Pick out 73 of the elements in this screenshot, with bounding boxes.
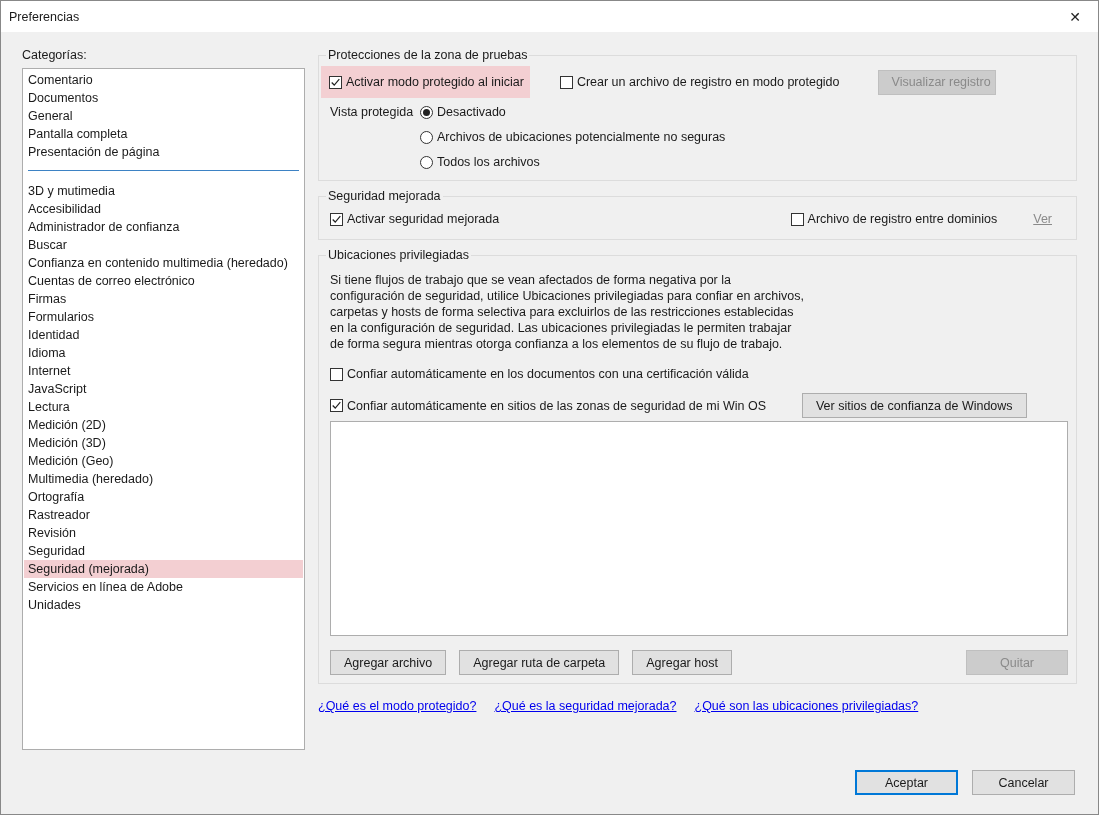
category-item[interactable]: Formularios bbox=[24, 308, 303, 326]
checkbox-label: Activar seguridad mejorada bbox=[347, 212, 500, 226]
radio-button[interactable] bbox=[420, 105, 433, 119]
category-item[interactable]: JavaScript bbox=[24, 380, 303, 398]
category-item[interactable]: Buscar bbox=[24, 236, 303, 254]
checkbox[interactable] bbox=[329, 75, 342, 89]
group-title: Protecciones de la zona de pruebas bbox=[327, 48, 529, 62]
checkbox[interactable] bbox=[559, 75, 573, 89]
category-item[interactable]: Identidad bbox=[24, 326, 303, 344]
help-link[interactable]: ¿Qué es la seguridad mejorada? bbox=[494, 699, 677, 713]
category-item[interactable]: Rastreador bbox=[24, 506, 303, 524]
checkbox-option[interactable]: Confiar automáticamente en sitios de las zonas de seguridad de mi Win OS bbox=[330, 395, 766, 416]
categories-label: Categorías: bbox=[22, 48, 88, 64]
checkbox-option[interactable]: Confiar automáticamente en los documentos con una certificación válida bbox=[330, 364, 749, 384]
close-button[interactable]: ✕ bbox=[1052, 1, 1098, 32]
category-item[interactable]: Medición (2D) bbox=[24, 416, 303, 434]
checkbox-label: Archivo de registro entre dominios bbox=[807, 212, 998, 226]
windows-sites-button[interactable]: Ver sitios de confianza de Windows bbox=[801, 393, 1027, 418]
checkbox[interactable] bbox=[330, 367, 343, 381]
category-item[interactable]: Cuentas de correo electrónico bbox=[24, 272, 303, 290]
radio-option[interactable]: Todos los archivos bbox=[420, 152, 726, 172]
category-item[interactable]: Idioma bbox=[24, 344, 303, 362]
checkbox-option[interactable]: Archivo de registro entre dominios bbox=[790, 209, 998, 229]
radio-button[interactable] bbox=[420, 155, 433, 169]
radio-label: Desactivado bbox=[437, 105, 506, 119]
category-item[interactable]: Seguridad bbox=[24, 542, 303, 560]
checkbox-label: Confiar automáticamente en sitios de las zonas de seguridad de mi Win OS bbox=[347, 398, 766, 413]
group-title: Seguridad mejorada bbox=[327, 189, 442, 203]
help-link[interactable]: ¿Qué es el modo protegido? bbox=[318, 699, 477, 713]
protected-view-label: Vista protegida bbox=[330, 104, 415, 121]
radio-option[interactable]: Archivos de ubicaciones potencialmente no seguras bbox=[420, 127, 726, 147]
radio-button[interactable] bbox=[420, 130, 433, 144]
category-item[interactable]: Pantalla completa bbox=[24, 125, 303, 143]
category-item[interactable]: Ortografía bbox=[24, 488, 303, 506]
help-link[interactable]: ¿Qué son las ubicaciones privilegiadas? bbox=[694, 699, 919, 713]
description-text: Si tiene flujos de trabajo que se vean afectados de forma negativa por la configuración de seguridad, utilice Ubicaciones privilegiadas para confiar en archivos, carpetas y hosts de forma selectiva para excluirlos de las restricciones establecidas en la configuración de seguridad. Las ubicaciones privilegiadas le permiten trabajar de forma segura mientras otorga confianza a los elementos de su flujo de trabajo. bbox=[330, 272, 805, 352]
category-item[interactable]: Medición (3D) bbox=[24, 434, 303, 452]
category-item[interactable]: Firmas bbox=[24, 290, 303, 308]
checkbox-option[interactable]: Activar modo protegido al iniciar bbox=[321, 66, 530, 98]
category-item[interactable]: General bbox=[24, 107, 303, 125]
category-item[interactable]: Internet bbox=[24, 362, 303, 380]
checkbox-label: Crear un archivo de registro en modo protegido bbox=[576, 75, 840, 89]
checkbox-label: Confiar automáticamente en los documentos con una certificación válida bbox=[347, 367, 749, 381]
category-item[interactable]: Lectura bbox=[24, 398, 303, 416]
checkbox[interactable] bbox=[790, 212, 804, 226]
radio-option[interactable]: Desactivado bbox=[420, 102, 726, 122]
add-button[interactable]: Agregar host bbox=[632, 650, 732, 675]
checkbox-option[interactable]: Crear un archivo de registro en modo protegido bbox=[559, 72, 840, 92]
checkbox-option[interactable]: Activar seguridad mejorada bbox=[330, 209, 500, 229]
category-item[interactable]: Confianza en contenido multimedia (heredado) bbox=[24, 254, 303, 272]
category-item[interactable]: Presentación de página bbox=[24, 143, 303, 161]
dialog-button[interactable]: Cancelar bbox=[972, 770, 1075, 795]
category-item[interactable]: Servicios en línea de Adobe bbox=[24, 578, 303, 596]
category-item[interactable]: Unidades bbox=[24, 596, 303, 614]
group-title: Ubicaciones privilegiadas bbox=[327, 248, 471, 262]
checkbox-label: Activar modo protegido al iniciar bbox=[346, 75, 524, 89]
category-item[interactable]: Documentos bbox=[24, 89, 303, 107]
add-button[interactable]: Agregar ruta de carpeta bbox=[459, 650, 620, 675]
window-title: Preferencias bbox=[9, 9, 80, 24]
category-item[interactable]: Seguridad (mejorada) bbox=[24, 560, 303, 578]
radio-label: Todos los archivos bbox=[437, 155, 540, 169]
category-item[interactable]: 3D y mutimedia bbox=[24, 182, 303, 200]
add-button[interactable]: Agregar archivo bbox=[330, 650, 447, 675]
category-item[interactable]: Multimedia (heredado) bbox=[24, 470, 303, 488]
radio-label: Archivos de ubicaciones potencialmente no seguras bbox=[437, 130, 726, 144]
category-item[interactable]: Medición (Geo) bbox=[24, 452, 303, 470]
category-item[interactable]: Revisión bbox=[24, 524, 303, 542]
category-item[interactable]: Accesibilidad bbox=[24, 200, 303, 218]
dialog-button[interactable]: Aceptar bbox=[855, 770, 958, 795]
category-item[interactable]: Comentario bbox=[24, 71, 303, 89]
checkbox[interactable] bbox=[330, 212, 343, 226]
category-item[interactable]: Administrador de confianza bbox=[24, 218, 303, 236]
checkbox[interactable] bbox=[330, 399, 343, 412]
